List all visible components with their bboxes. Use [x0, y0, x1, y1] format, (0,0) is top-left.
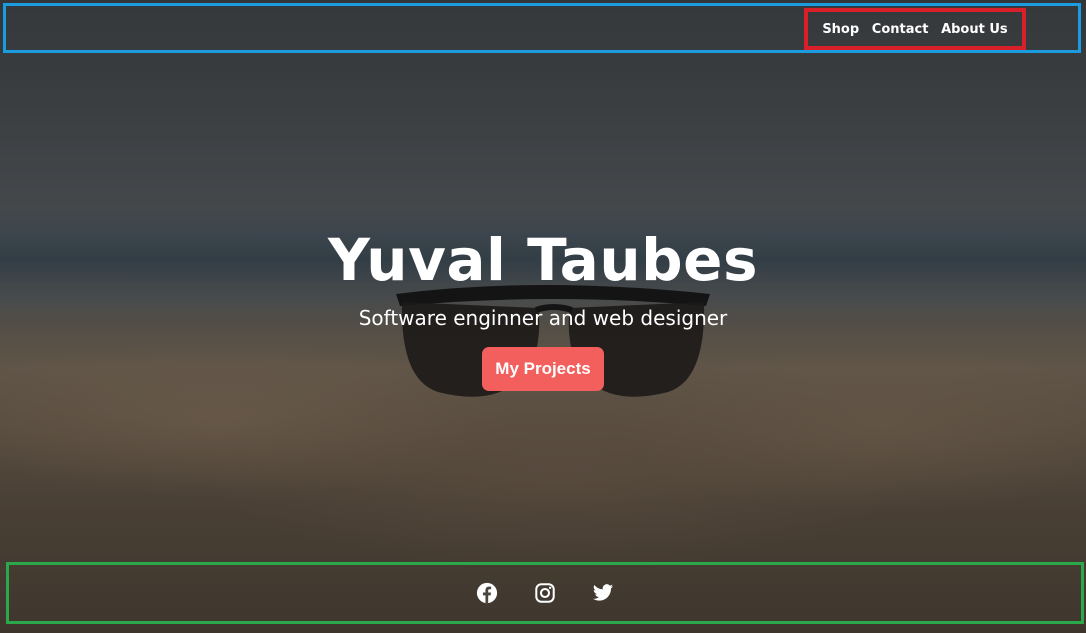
hero-subtitle: Software enginner and web designer: [358, 306, 728, 330]
facebook-icon: [476, 582, 498, 604]
nav-links: Shop Contact About Us: [804, 8, 1026, 50]
instagram-icon: [535, 583, 555, 603]
nav-link-about-us[interactable]: About Us: [941, 22, 1008, 37]
twitter-link[interactable]: [592, 582, 614, 604]
my-projects-button[interactable]: My Projects: [482, 347, 604, 391]
hero-section: Yuval Taubes Software enginner and web d…: [0, 222, 1086, 391]
hero-title: Yuval Taubes: [328, 226, 758, 294]
nav-link-shop[interactable]: Shop: [822, 22, 859, 37]
nav-link-contact[interactable]: Contact: [872, 22, 929, 37]
facebook-link[interactable]: [476, 582, 498, 604]
twitter-icon: [592, 584, 614, 601]
top-navbar: Shop Contact About Us: [3, 3, 1081, 53]
social-footer: [6, 562, 1084, 624]
instagram-link[interactable]: [534, 582, 556, 604]
